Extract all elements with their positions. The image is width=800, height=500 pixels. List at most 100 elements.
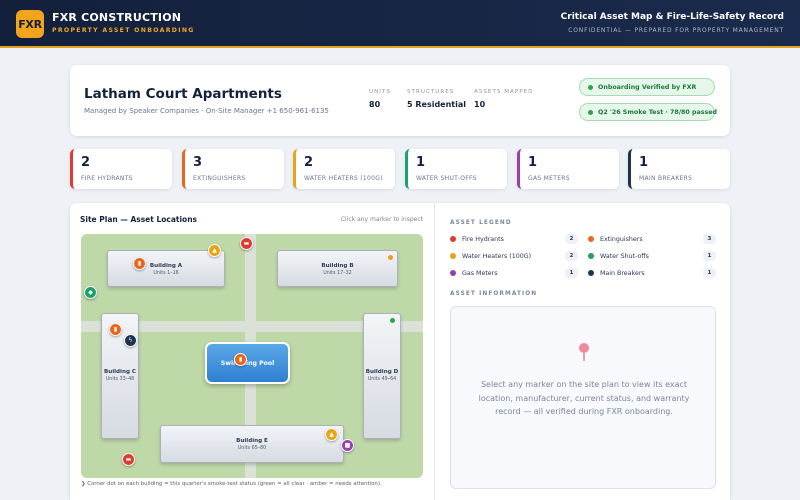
marker-glyph: ▮ (137, 260, 142, 267)
legend-count: 1 (565, 268, 578, 278)
legend-item-water-heaters: Water Heaters (100G) (450, 250, 531, 262)
building-name: Building B (321, 263, 354, 269)
asset-marker-5[interactable]: ϟ (124, 334, 137, 347)
fxr-logo: FXR (16, 10, 44, 38)
asset-info-title: ASSET INFORMATION (450, 291, 538, 297)
legend-dot-icon (450, 270, 456, 276)
smoke-test-status-dot (388, 255, 393, 260)
marker-glyph: ▮ (113, 326, 118, 333)
building-b[interactable]: Building B Units 17–32 (277, 250, 398, 287)
legend-item-water-shutoffs: Water Shut-offs (588, 250, 649, 262)
legend-item-main-breakers: Main Breakers (588, 267, 645, 279)
brand-tagline: PROPERTY ASSET ONBOARDING (52, 27, 195, 34)
legend-dot-icon (450, 236, 456, 242)
legend-dot-icon (588, 253, 594, 259)
asset-marker-2[interactable]: ▬ (240, 237, 253, 250)
legend-label: Water Shut-offs (600, 252, 649, 260)
stat-assets-mapped: ASSETS MAPPED 10 (474, 89, 533, 109)
building-name: Building D (365, 369, 399, 375)
asset-marker-4[interactable]: ▮ (109, 323, 122, 336)
legend-label: Fire Hydrants (462, 235, 504, 243)
marker-glyph: ▮ (238, 356, 243, 363)
building-units: Units 1–16 (153, 271, 179, 276)
asset-marker-0[interactable]: ▮ (133, 257, 146, 270)
marker-glyph: ▬ (125, 456, 132, 463)
marker-glyph: ▲ (212, 247, 217, 254)
badge-label: Onboarding Verified by FXR (598, 83, 697, 91)
legend-label: Extinguishers (600, 235, 643, 243)
count-label: WATER SHUT-OFFS (416, 175, 477, 182)
count-label: WATER HEATERS (100G) (304, 175, 383, 182)
site-plan-title: Site Plan — Asset Locations (80, 215, 198, 224)
onboarding-verified-badge: Onboarding Verified by FXR (579, 78, 715, 96)
asset-marker-6[interactable]: ▮ (234, 353, 247, 366)
property-summary-card: Latham Court Apartments Managed by Speak… (70, 65, 730, 136)
building-units: Units 65–80 (237, 446, 267, 451)
count-card-water-heaters: 2 WATER HEATERS (100G) (293, 149, 395, 189)
panel-divider (434, 203, 435, 500)
legend-count: 3 (703, 234, 716, 244)
marker-glyph: ▲ (329, 431, 334, 438)
count-card-water-shutoffs: 1 WATER SHUT-OFFS (405, 149, 507, 189)
building-units: Units 17–32 (323, 271, 352, 276)
stat-value: 5 Residential (407, 100, 466, 109)
legend-item-fire-hydrants: Fire Hydrants (450, 233, 504, 245)
smoke-test-badge: Q2 '26 Smoke Test · 78/80 passed (579, 103, 718, 121)
asset-marker-3[interactable]: ◆ (84, 286, 97, 299)
legend-count: 2 (565, 251, 578, 261)
property-name: Latham Court Apartments (84, 86, 282, 102)
stat-label: UNITS (369, 89, 391, 95)
legend-title: ASSET LEGEND (450, 220, 512, 226)
building-a[interactable]: Building A Units 1–16 (107, 250, 225, 287)
legend-label: Main Breakers (600, 269, 645, 277)
marker-glyph: ◆ (88, 289, 93, 296)
building-d[interactable]: Building D Units 49–64 (363, 313, 401, 439)
count-value: 1 (416, 155, 426, 170)
count-card-extinguishers: 3 EXTINGUISHERS (182, 149, 284, 189)
count-label: FIRE HYDRANTS (81, 175, 133, 182)
check-dot-icon (588, 109, 593, 115)
property-manager-line: Managed by Speaker Companies · On-Site M… (84, 107, 329, 115)
building-units: Units 33–48 (105, 377, 135, 382)
asset-marker-9[interactable]: ▬ (122, 453, 135, 466)
brand-name: FXR CONSTRUCTION (52, 11, 182, 24)
building-units: Units 49–64 (367, 377, 397, 382)
count-value: 2 (81, 155, 91, 170)
marker-glyph: ■ (344, 442, 351, 449)
asset-marker-7[interactable]: ▲ (325, 428, 338, 441)
count-value: 1 (528, 155, 538, 170)
count-card-gas-meters: 1 GAS METERS (517, 149, 619, 189)
stat-structures: STRUCTURES 5 Residential (407, 89, 466, 109)
document-subtitle: CONFIDENTIAL — PREPARED FOR PROPERTY MAN… (568, 27, 784, 34)
site-plan-panel: Site Plan — Asset Locations Click any ma… (70, 203, 730, 500)
count-card-main-breakers: 1 MAIN BREAKERS (628, 149, 730, 189)
count-label: EXTINGUISHERS (193, 175, 246, 182)
legend-dot-icon (588, 236, 594, 242)
site-plan-footnote: ❯ Corner dot on each building = this qua… (81, 481, 382, 487)
building-e[interactable]: Building E Units 65–80 (160, 425, 344, 463)
stat-value: 80 (369, 100, 381, 109)
app-header: FXR FXR CONSTRUCTION PROPERTY ASSET ONBO… (0, 0, 800, 48)
site-plan-map[interactable]: Building A Units 1–16 Building B Units 1… (81, 234, 423, 478)
legend-label: Water Heaters (100G) (462, 252, 532, 260)
document-title: Critical Asset Map & Fire-Life-Safety Re… (560, 12, 784, 22)
legend-count: 1 (703, 268, 716, 278)
count-label: MAIN BREAKERS (639, 175, 693, 182)
badge-label: Q2 '26 Smoke Test · 78/80 passed (598, 108, 718, 116)
marker-glyph: ϟ (128, 337, 133, 344)
legend-item-gas-meters: Gas Meters (450, 267, 498, 279)
map-pin-stem (583, 352, 585, 361)
legend-dot-icon (450, 253, 456, 259)
asset-marker-8[interactable]: ■ (341, 439, 354, 452)
stat-value: 10 (474, 100, 486, 109)
building-name: Building A (149, 263, 183, 269)
count-value: 1 (639, 155, 649, 170)
legend-label: Gas Meters (462, 269, 498, 277)
asset-marker-1[interactable]: ▲ (208, 244, 221, 257)
marker-glyph: ▬ (243, 240, 250, 247)
building-name: Building C (103, 369, 137, 375)
legend-dot-icon (588, 270, 594, 276)
stat-label: STRUCTURES (407, 89, 455, 95)
legend-count: 1 (703, 251, 716, 261)
swimming-pool: Swimming Pool (205, 342, 290, 384)
